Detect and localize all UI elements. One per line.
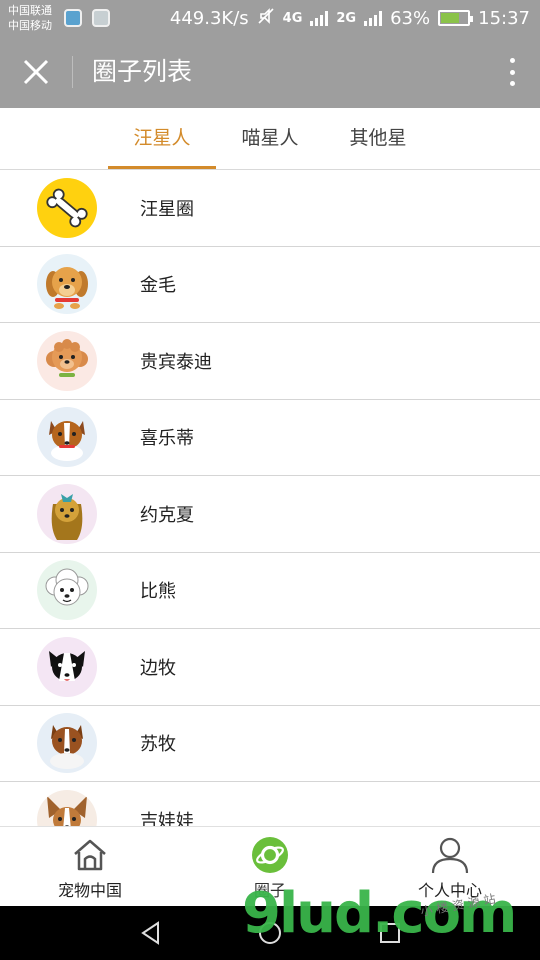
header-divider — [72, 56, 73, 88]
list-item[interactable]: 边牧 — [0, 629, 540, 706]
chihuahua-avatar — [37, 789, 97, 826]
rough-collie-avatar — [37, 713, 97, 774]
list-item[interactable]: 汪星圈 — [0, 170, 540, 247]
list-item[interactable]: 吉娃娃 — [0, 782, 540, 826]
network-type-1: 4G — [282, 10, 303, 26]
close-button[interactable] — [20, 56, 52, 88]
list-item[interactable]: 贵宾泰迪 — [0, 323, 540, 400]
image-notification-icon — [92, 9, 110, 27]
list-item[interactable]: 喜乐蒂 — [0, 399, 540, 476]
status-bar: 中国联通 中国移动 449.3K/s 4G 2G 63% 15:37 — [0, 0, 540, 36]
list-item-label: 贵宾泰迪 — [140, 351, 212, 373]
user-icon — [431, 837, 469, 874]
battery-icon — [438, 10, 474, 26]
tab-cats[interactable]: 喵星人 — [216, 108, 324, 170]
list-item-label: 汪星圈 — [140, 198, 194, 220]
network-type-2: 2G — [336, 10, 357, 26]
list-item-label: 吉娃娃 — [140, 810, 194, 826]
bichon-avatar — [37, 560, 97, 621]
list-item[interactable]: 约克夏 — [0, 476, 540, 553]
carrier-2: 中国移动 — [8, 19, 52, 32]
more-menu-button[interactable] — [504, 56, 520, 88]
more-dot-icon — [509, 69, 515, 75]
list-item-label: 约克夏 — [140, 504, 194, 526]
status-right: 449.3K/s 4G 2G 63% 15:37 — [170, 0, 530, 36]
list-item[interactable]: 金毛 — [0, 246, 540, 323]
list-item-label: 苏牧 — [140, 734, 176, 756]
bone-icon — [37, 177, 97, 238]
battery-percent: 63% — [390, 7, 431, 29]
golden-retriever-avatar — [37, 254, 97, 315]
list-item-label: 比熊 — [140, 581, 176, 603]
mute-icon — [257, 7, 275, 30]
circle-list: 汪星圈 金毛 贵宾泰迪 喜乐蒂 约克夏 比熊 边牧 苏牧 吉娃娃 — [0, 170, 540, 826]
clock: 15:37 — [478, 7, 530, 29]
category-tabs: 汪星人 喵星人 其他星 — [0, 108, 540, 170]
planet-icon — [252, 837, 288, 873]
back-icon[interactable] — [138, 920, 164, 946]
poodle-avatar — [37, 330, 97, 391]
page-title: 圈子列表 — [92, 57, 193, 86]
app-screen: { "status_bar": { "carrier_1": "中国联通", "… — [0, 0, 540, 960]
more-dot-icon — [509, 81, 515, 86]
carrier-info: 中国联通 中国移动 — [8, 3, 52, 33]
sheltie-avatar — [37, 407, 97, 468]
active-tab-indicator — [108, 166, 216, 169]
notification-app-icon — [64, 9, 82, 27]
signal-icon-1 — [310, 10, 329, 26]
nav-home[interactable]: 宠物中国 — [0, 827, 180, 907]
signal-icon-2 — [364, 10, 383, 26]
list-item-label: 金毛 — [140, 275, 176, 297]
list-item-label: 喜乐蒂 — [140, 428, 194, 450]
home-icon — [74, 839, 106, 871]
list-item[interactable]: 比熊 — [0, 552, 540, 629]
app-header: 圈子列表 — [0, 36, 540, 108]
more-dot-icon — [509, 58, 515, 63]
border-collie-avatar — [37, 636, 97, 697]
list-item[interactable]: 苏牧 — [0, 705, 540, 782]
carrier-1: 中国联通 — [8, 4, 52, 17]
tab-others[interactable]: 其他星 — [324, 108, 432, 170]
network-speed: 449.3K/s — [169, 7, 249, 29]
tab-dogs[interactable]: 汪星人 — [108, 108, 216, 170]
close-icon — [23, 59, 49, 85]
list-item-label: 边牧 — [140, 657, 176, 679]
yorkshire-avatar — [37, 483, 97, 544]
nav-home-label: 宠物中国 — [57, 881, 122, 900]
